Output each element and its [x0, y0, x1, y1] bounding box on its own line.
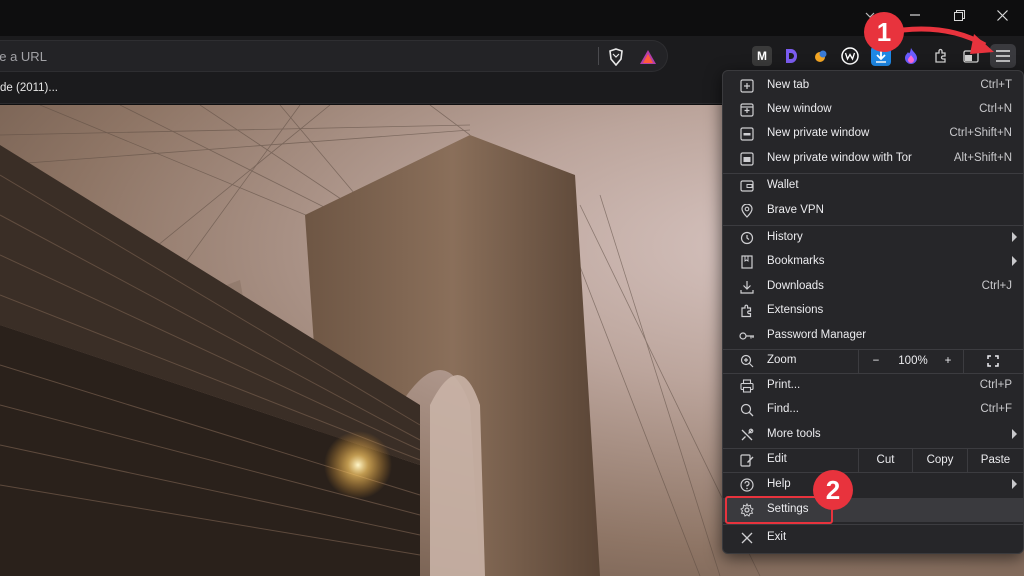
menu-item-edit: Edit Cut Copy Paste [723, 448, 1023, 472]
menu-item-label: Extensions [767, 304, 824, 316]
tor-window-icon [739, 151, 755, 167]
extensions-puzzle-icon[interactable] [931, 46, 951, 66]
menu-item-shortcut: Alt+Shift+N [953, 152, 1012, 164]
address-bar[interactable]: pe a URL [0, 40, 668, 72]
step-1-badge: 1 [864, 12, 904, 52]
menu-item-new-private-window[interactable]: New private window Ctrl+Shift+N [723, 122, 1023, 146]
menu-item-label: History [767, 231, 803, 243]
zoom-level: 100% [898, 355, 928, 367]
menu-item-password-manager[interactable]: Password Manager [723, 324, 1023, 348]
bookmark-item[interactable]: de (2011)... [0, 82, 58, 94]
cut-button[interactable]: Cut [859, 448, 912, 472]
main-menu-button[interactable] [990, 44, 1016, 68]
zoom-in-button[interactable]: + [933, 349, 963, 373]
wallet-toolbar-icon[interactable] [961, 46, 981, 66]
menu-item-shortcut: Ctrl+P [979, 379, 1012, 391]
menu-item-label: New tab [767, 79, 810, 91]
menu-item-label: Zoom [767, 354, 797, 366]
menu-item-exit[interactable]: Exit [723, 526, 1023, 550]
paste-button[interactable]: Paste [968, 448, 1023, 472]
flame-extension-icon[interactable] [901, 46, 921, 66]
fullscreen-button[interactable] [964, 349, 1022, 373]
edit-icon [739, 452, 755, 468]
menu-item-print[interactable]: Print... Ctrl+P [723, 374, 1023, 398]
menu-item-help[interactable]: Help [723, 473, 1023, 497]
menu-divider [723, 524, 1023, 525]
menu-item-label: New private window with Tor [767, 152, 912, 164]
honey-extension-icon[interactable] [811, 46, 831, 66]
vpn-icon [739, 203, 755, 219]
d-extension-icon[interactable] [781, 46, 801, 66]
new-tab-icon [739, 78, 755, 94]
menu-item-label: Find... [767, 403, 799, 415]
menu-item-label: More tools [767, 428, 821, 440]
menu-item-more-tools[interactable]: More tools [723, 423, 1023, 447]
history-icon [739, 230, 755, 246]
menu-item-label: Brave VPN [767, 204, 824, 216]
step-2-badge: 2 [813, 470, 853, 510]
menu-item-new-tab[interactable]: New tab Ctrl+T [723, 74, 1023, 98]
menu-item-new-window[interactable]: New window Ctrl+N [723, 98, 1023, 122]
submenu-arrow-icon [1012, 232, 1017, 242]
submenu-arrow-icon [1012, 479, 1017, 489]
menu-item-label: Bookmarks [767, 255, 825, 267]
edit-controls: Cut Copy Paste [858, 448, 1023, 472]
menu-item-extensions[interactable]: Extensions [723, 299, 1023, 323]
exit-icon [739, 530, 755, 546]
bookmarks-icon [739, 254, 755, 270]
close-icon[interactable] [980, 0, 1024, 30]
brave-shields-icon[interactable] [606, 47, 626, 67]
menu-item-label: Exit [767, 531, 787, 543]
brave-rewards-icon[interactable] [638, 47, 658, 67]
zoom-icon [739, 353, 755, 369]
menu-item-new-private-window-tor[interactable]: New private window with Tor Alt+Shift+N [723, 147, 1023, 171]
w-extension-icon[interactable] [840, 46, 860, 66]
menu-item-shortcut: Ctrl+Shift+N [949, 127, 1012, 139]
main-menu: New tab Ctrl+T New window Ctrl+N New pri… [722, 70, 1024, 554]
copy-button[interactable]: Copy [913, 448, 967, 472]
menu-item-label: Edit [767, 453, 787, 465]
menu-item-find[interactable]: Find... Ctrl+F [723, 398, 1023, 422]
menu-item-shortcut: Ctrl+J [981, 280, 1012, 292]
menu-item-label: Password Manager [767, 329, 867, 341]
menu-item-history[interactable]: History [723, 226, 1023, 250]
tools-icon [739, 427, 755, 443]
menu-item-shortcut: Ctrl+T [980, 79, 1012, 91]
menu-item-brave-vpn[interactable]: Brave VPN [723, 199, 1023, 223]
restore-icon[interactable] [937, 0, 981, 30]
submenu-arrow-icon [1012, 429, 1017, 439]
menu-item-shortcut: Ctrl+F [980, 403, 1012, 415]
private-window-icon [739, 126, 755, 142]
menu-item-shortcut: Ctrl+N [979, 103, 1012, 115]
menu-item-label: Help [767, 478, 791, 490]
help-icon [739, 477, 755, 493]
menu-item-bookmarks[interactable]: Bookmarks [723, 250, 1023, 274]
menu-item-downloads[interactable]: Downloads Ctrl+J [723, 275, 1023, 299]
key-icon [739, 328, 755, 344]
menu-item-label: New window [767, 103, 832, 115]
menu-item-label: Downloads [767, 280, 824, 292]
search-icon [739, 402, 755, 418]
submenu-arrow-icon [1012, 256, 1017, 266]
menu-item-label: Wallet [767, 179, 799, 191]
new-window-icon [739, 102, 755, 118]
zoom-out-button[interactable]: − [859, 349, 893, 373]
extensions-icon [739, 303, 755, 319]
wallet-icon [739, 178, 755, 194]
fullscreen-icon [987, 355, 999, 367]
menu-item-label: New private window [767, 127, 870, 139]
menu-item-zoom: Zoom − 100% + [723, 349, 1023, 373]
print-icon [739, 378, 755, 394]
address-bar-placeholder: pe a URL [0, 49, 47, 64]
downloads-icon [739, 279, 755, 295]
menu-item-label: Print... [767, 379, 801, 391]
address-bar-divider [598, 47, 599, 65]
zoom-controls: − 100% + [858, 349, 1023, 373]
m-extension-icon[interactable]: M [752, 46, 772, 66]
menu-item-wallet[interactable]: Wallet [723, 174, 1023, 198]
